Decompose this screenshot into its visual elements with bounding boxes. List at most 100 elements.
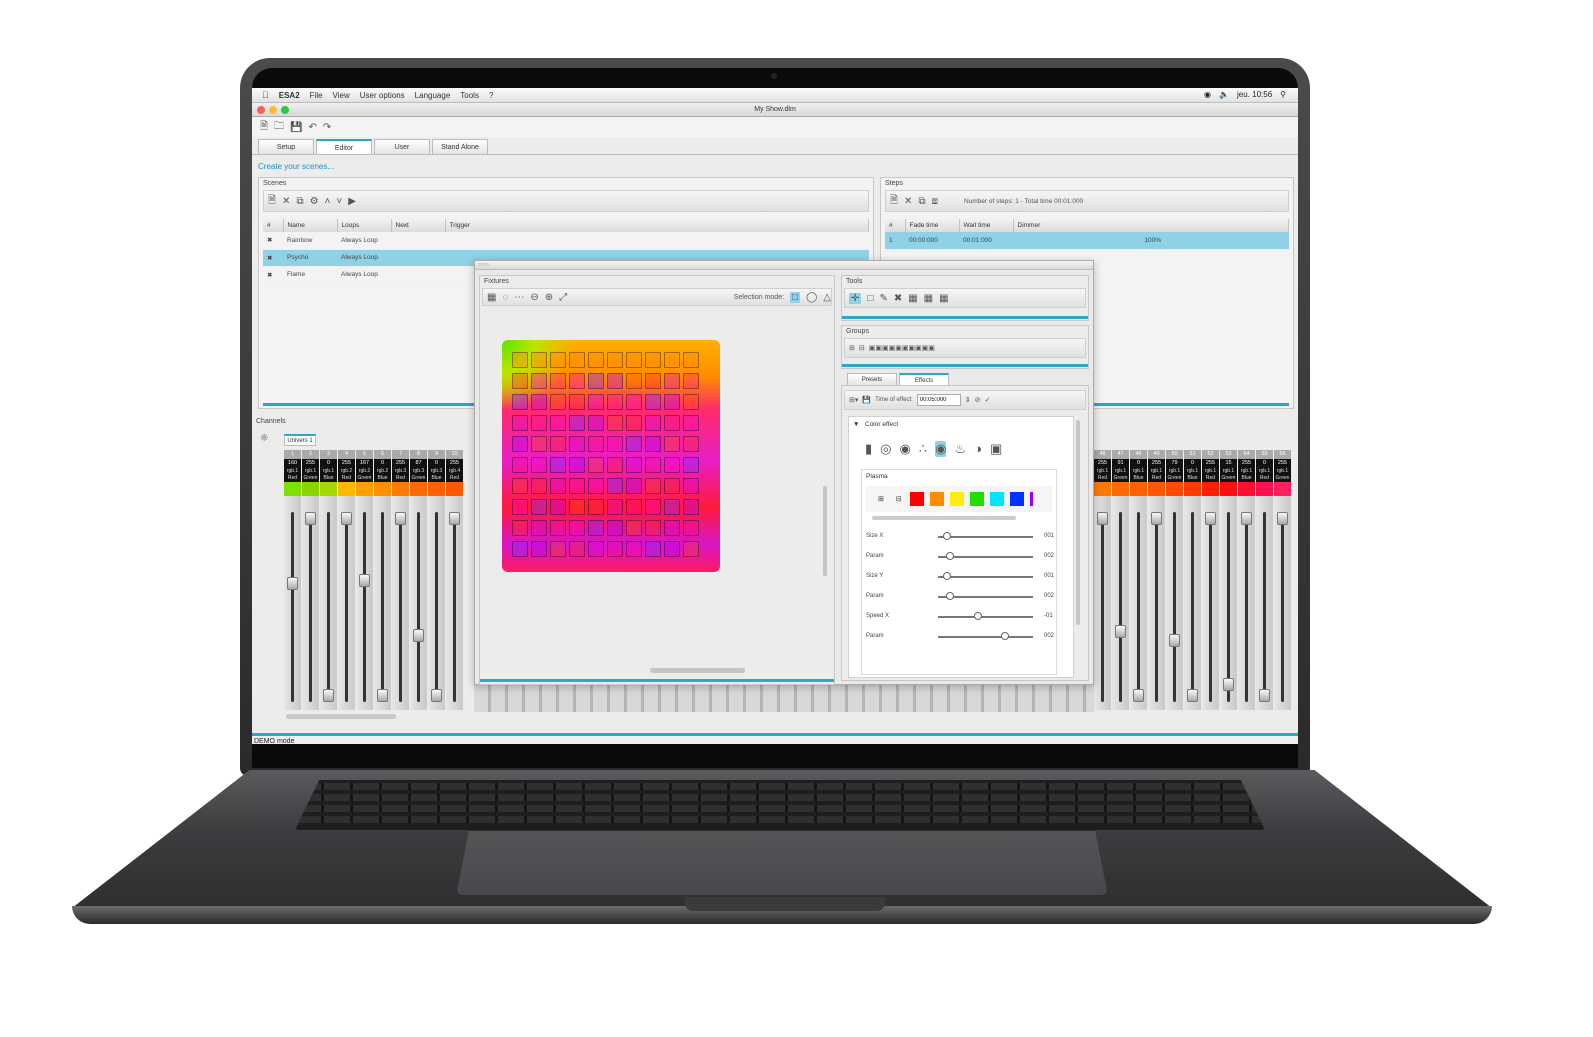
fixture-cell[interactable] <box>550 499 566 515</box>
group-slot-icon[interactable]: ▣▣▣▣▣▣▣▣▣▣ <box>869 344 935 352</box>
palette-color[interactable] <box>989 492 1004 506</box>
tab-setup[interactable]: Setup <box>258 139 314 154</box>
fader-knob[interactable] <box>1115 625 1126 639</box>
fader-track[interactable] <box>1227 512 1230 702</box>
layout-grid-icon[interactable]: ▦ <box>908 293 917 304</box>
fader-track[interactable] <box>1263 512 1266 702</box>
fader-knob[interactable] <box>1277 512 1288 525</box>
fixture-cell[interactable] <box>569 499 585 515</box>
spiral-effect-icon[interactable]: ◎ <box>880 441 891 457</box>
fixture-cell[interactable] <box>683 373 699 389</box>
fixture-cell[interactable] <box>550 352 566 368</box>
menu-view[interactable]: View <box>333 91 350 100</box>
fixture-cell[interactable] <box>531 520 547 536</box>
fixture-cell[interactable] <box>645 478 661 494</box>
fixture-cell[interactable] <box>512 436 528 452</box>
palette-color[interactable] <box>969 492 984 506</box>
fixture-cell[interactable] <box>645 457 661 473</box>
time-stepper-icon[interactable]: ⇕ <box>965 396 971 404</box>
fader-track[interactable] <box>1173 512 1176 702</box>
slider-knob[interactable] <box>1001 632 1009 640</box>
circle-layout-icon[interactable]: ◌ <box>502 292 508 303</box>
fader-track[interactable] <box>1209 512 1212 702</box>
layout-grid3-icon[interactable]: ▦ <box>939 293 948 304</box>
fixture-cell[interactable] <box>588 352 604 368</box>
fixture-cell[interactable] <box>512 499 528 515</box>
fixture-cell[interactable] <box>512 541 528 557</box>
palette-scrollbar[interactable] <box>872 516 1016 520</box>
fixture-cell[interactable] <box>607 499 623 515</box>
fader-track[interactable] <box>309 512 312 702</box>
slider-track[interactable] <box>938 616 1033 618</box>
fixture-cell[interactable] <box>512 520 528 536</box>
slider-track[interactable] <box>938 576 1033 578</box>
bars-effect-icon[interactable]: ▮ <box>865 441 872 457</box>
fixture-cell[interactable] <box>531 478 547 494</box>
fixture-cell[interactable] <box>550 520 566 536</box>
play-icon[interactable]: ▶ <box>348 196 356 207</box>
rect-select-icon[interactable]: □ <box>790 291 801 303</box>
fixture-cell[interactable] <box>664 352 680 368</box>
wifi-icon[interactable]: ◉ <box>1204 90 1211 99</box>
new-file-icon[interactable]: 🗎 <box>260 119 268 136</box>
fixture-cell[interactable] <box>550 436 566 452</box>
menu-file[interactable]: File <box>310 91 323 100</box>
fit-icon[interactable]: ⤢ <box>559 292 567 303</box>
fixture-cell[interactable] <box>588 457 604 473</box>
slider-knob[interactable] <box>974 612 982 620</box>
table-row[interactable]: ✖ Rainbow Always Loop <box>263 232 869 250</box>
fixture-cell[interactable] <box>512 478 528 494</box>
fader-knob[interactable] <box>449 512 460 525</box>
image-effect-icon[interactable]: ▣ <box>990 441 1002 457</box>
fader-track[interactable] <box>291 512 294 702</box>
fixture-cell[interactable] <box>645 499 661 515</box>
fader-knob[interactable] <box>1169 634 1180 648</box>
remove-group-icon[interactable]: ⊟ <box>859 344 865 352</box>
fixture-cell[interactable] <box>664 394 680 410</box>
fixture-cell[interactable] <box>512 457 528 473</box>
fixture-cell[interactable] <box>550 394 566 410</box>
tab-presets[interactable]: Presets <box>847 373 897 385</box>
fixture-cell[interactable] <box>645 415 661 431</box>
volume-icon[interactable]: 🔈 <box>1219 90 1229 99</box>
fixture-cell[interactable] <box>588 436 604 452</box>
fixture-cell[interactable] <box>569 457 585 473</box>
slider-track[interactable] <box>938 636 1033 638</box>
fixture-cell[interactable] <box>607 478 623 494</box>
eraser-icon[interactable]: ✖ <box>894 293 902 304</box>
fader-knob[interactable] <box>305 512 316 525</box>
palette-color[interactable] <box>1009 492 1024 506</box>
add-color-icon[interactable]: ⊞ <box>878 495 884 503</box>
fixture-cell[interactable] <box>588 478 604 494</box>
tab-user[interactable]: User <box>374 139 430 154</box>
scene-settings-icon[interactable]: ⚙ <box>310 196 319 207</box>
fixture-cell[interactable] <box>664 541 680 557</box>
fixture-cell[interactable] <box>683 436 699 452</box>
fader-track[interactable] <box>435 512 438 702</box>
remove-color-icon[interactable]: ⊟ <box>896 495 902 503</box>
open-folder-icon[interactable]: 🗀 <box>274 119 284 136</box>
fixture-cell[interactable] <box>607 373 623 389</box>
fixtures-hscroll[interactable] <box>650 668 745 673</box>
menu-tools[interactable]: Tools <box>460 91 479 100</box>
paste-step-icon[interactable]: ⧈ <box>932 196 938 207</box>
fader-knob[interactable] <box>413 628 424 642</box>
delete-step-icon[interactable]: ✕ <box>904 196 912 207</box>
save-effect-icon[interactable]: 💾 <box>862 396 871 404</box>
fixture-cell[interactable] <box>607 394 623 410</box>
add-scene-icon[interactable]: 🗎 <box>268 193 276 210</box>
fader-knob[interactable] <box>395 512 406 525</box>
fixture-cell[interactable] <box>569 352 585 368</box>
fixture-cell[interactable] <box>531 352 547 368</box>
fixture-cell[interactable] <box>664 373 680 389</box>
fixture-cell[interactable] <box>626 457 642 473</box>
fixture-cell[interactable] <box>550 373 566 389</box>
fader-knob[interactable] <box>1223 678 1234 692</box>
copy-scene-icon[interactable]: ⧉ <box>296 196 303 207</box>
fixture-cell[interactable] <box>569 415 585 431</box>
plasma-effect-icon[interactable]: ◉ <box>935 441 947 457</box>
table-row[interactable]: 1 00:00:000 00:01:000 100% <box>885 232 1289 250</box>
slider-knob[interactable] <box>946 592 955 600</box>
fixture-cell[interactable] <box>588 541 604 557</box>
flame-effect-icon[interactable]: ♨ <box>954 441 966 457</box>
